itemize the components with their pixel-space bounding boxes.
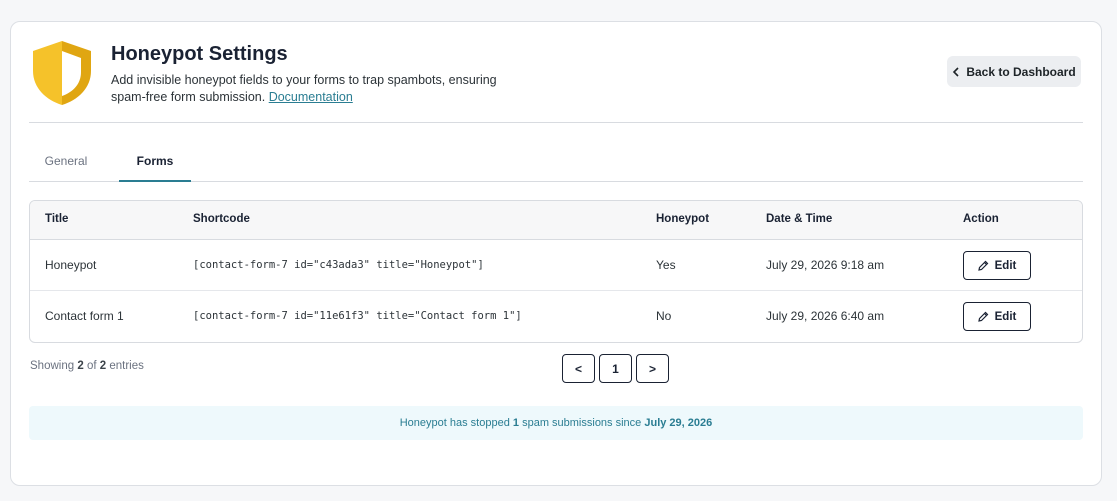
cell-shortcode: [contact-form-7 id="11e61f3" title="Cont… — [193, 310, 522, 322]
edit-button[interactable]: Edit — [963, 302, 1031, 331]
total-count: 2 — [99, 360, 107, 372]
cell-shortcode: [contact-form-7 id="c43ada3" title="Hone… — [193, 259, 484, 271]
settings-card: Honeypot Settings Add invisible honeypot… — [10, 21, 1102, 486]
back-button-label: Back to Dashboard — [966, 64, 1076, 79]
page-header: Honeypot Settings Add invisible honeypot… — [31, 40, 1081, 124]
showing-entries: entries — [109, 360, 144, 372]
pencil-icon — [977, 260, 988, 271]
spam-stats-notice: Honeypot has stopped 1 spam submissions … — [29, 406, 1083, 440]
pagination: < 1 > — [562, 354, 669, 383]
cell-date-time: July 29, 2026 9:18 am — [766, 258, 885, 272]
cell-honeypot: No — [656, 309, 672, 323]
page-1-button[interactable]: 1 — [599, 354, 632, 383]
showing-of: of — [86, 360, 97, 372]
prev-page-button[interactable]: < — [562, 354, 595, 383]
edit-button-label: Edit — [994, 310, 1017, 323]
documentation-link[interactable]: Documentation — [269, 90, 353, 104]
notice-date: July 29, 2026 — [644, 417, 713, 429]
shield-icon — [33, 41, 91, 105]
tab-general[interactable]: General — [45, 150, 88, 182]
entries-count: Showing 2 of 2 entries — [30, 360, 144, 372]
column-header-honeypot: Honeypot — [656, 213, 710, 225]
tab-bar: General Forms — [29, 150, 1083, 182]
column-header-action: Action — [963, 213, 999, 225]
forms-table: Title Shortcode Honeypot Date & Time Act… — [29, 200, 1083, 343]
next-page-button[interactable]: > — [636, 354, 669, 383]
chevron-left-icon — [953, 66, 959, 77]
table-header: Title Shortcode Honeypot Date & Time Act… — [30, 201, 1082, 240]
column-header-date-time: Date & Time — [766, 213, 833, 225]
table-row: Contact form 1 [contact-form-7 id="11e61… — [30, 291, 1082, 342]
pencil-icon — [977, 311, 988, 322]
column-header-shortcode: Shortcode — [193, 213, 250, 225]
cell-date-time: July 29, 2026 6:40 am — [766, 309, 885, 323]
cell-title: Honeypot — [45, 258, 97, 272]
edit-button-label: Edit — [994, 259, 1017, 272]
cell-honeypot: Yes — [656, 258, 676, 272]
header-divider — [29, 122, 1083, 123]
notice-middle: spam submissions since — [522, 417, 642, 429]
edit-button[interactable]: Edit — [963, 251, 1031, 280]
showing-prefix: Showing — [30, 360, 75, 372]
back-to-dashboard-button[interactable]: Back to Dashboard — [947, 56, 1081, 87]
table-row: Honeypot [contact-form-7 id="c43ada3" ti… — [30, 240, 1082, 291]
notice-prefix: Honeypot has stopped — [399, 417, 510, 429]
page-description: Add invisible honeypot fields to your fo… — [111, 72, 531, 106]
cell-title: Contact form 1 — [45, 309, 124, 323]
notice-count: 1 — [512, 417, 520, 429]
tab-forms[interactable]: Forms — [119, 150, 191, 182]
column-header-title: Title — [45, 213, 69, 225]
shown-count: 2 — [77, 360, 84, 372]
page-title: Honeypot Settings — [111, 43, 288, 65]
